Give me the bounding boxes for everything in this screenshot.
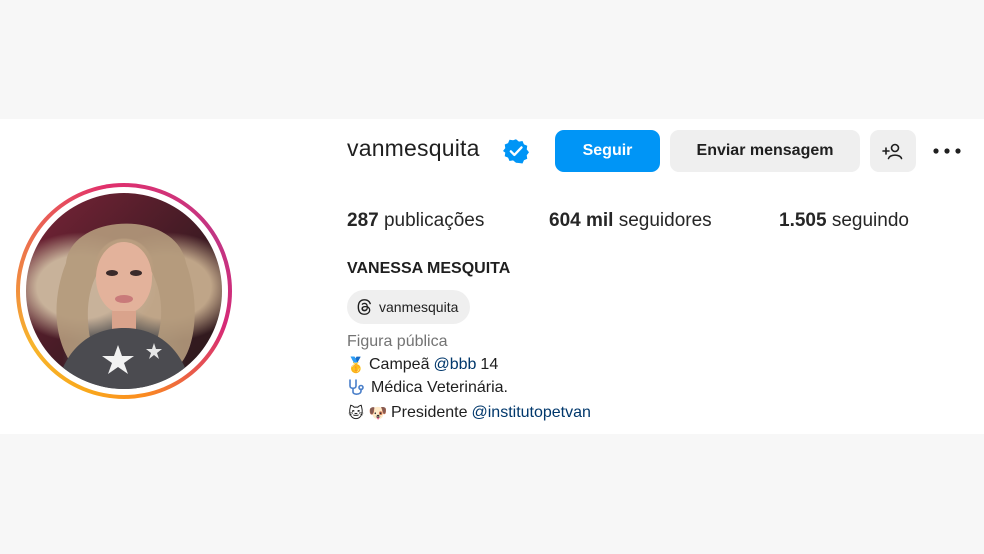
send-message-button[interactable]: Enviar mensagem: [670, 130, 860, 172]
more-options-button[interactable]: [930, 140, 964, 162]
posts-count: 287: [347, 210, 379, 231]
dog-face-icon: 🐶: [368, 405, 388, 422]
follow-button[interactable]: Seguir: [555, 130, 660, 172]
bio-mention-link[interactable]: @bbb: [433, 356, 476, 374]
followers-label: seguidores: [618, 210, 712, 231]
bio-line: 🐱 🐶 Presidente @institutopetvan: [347, 404, 591, 422]
suggested-accounts-button[interactable]: [870, 130, 916, 172]
medal-icon: 🥇: [346, 357, 366, 374]
threads-icon: [357, 299, 372, 315]
bio-mention-link[interactable]: @institutopetvan: [472, 404, 591, 422]
threads-handle: vanmesquita: [379, 299, 459, 315]
bio-text: Campeã: [369, 356, 430, 373]
bio-line: Médica Veterinária.: [347, 379, 508, 397]
profile-username: vanmesquita: [347, 135, 480, 161]
bio-line: 🥇 Campeã @bbb 14: [346, 356, 499, 374]
posts-label: publicações: [383, 210, 485, 231]
following-label: seguindo: [831, 210, 909, 231]
add-person-icon: [882, 143, 903, 160]
profile-avatar-ring[interactable]: [16, 183, 232, 399]
profile-category: Figura pública: [347, 333, 448, 350]
bio-text: 14: [480, 356, 499, 373]
threads-link[interactable]: vanmesquita: [347, 290, 471, 324]
profile-full-name: VANESSA MESQUITA: [347, 260, 511, 277]
verified-badge-icon: [503, 139, 529, 164]
stethoscope-icon: [349, 379, 364, 395]
bio-text: Médica Veterinária.: [371, 379, 508, 396]
posts-count-stat: 287 publicações: [347, 210, 484, 232]
more-options-icon: [933, 148, 961, 154]
following-count-stat[interactable]: 1.505 seguindo: [779, 210, 909, 232]
profile-avatar[interactable]: [26, 193, 222, 389]
bio-text: Presidente: [391, 404, 468, 421]
cat-face-icon: 🐱: [348, 405, 364, 422]
followers-count-stat[interactable]: 604 mil seguidores: [549, 210, 712, 232]
avatar-illustration: [56, 223, 195, 389]
following-count: 1.505: [779, 210, 827, 231]
followers-count: 604 mil: [549, 210, 614, 231]
